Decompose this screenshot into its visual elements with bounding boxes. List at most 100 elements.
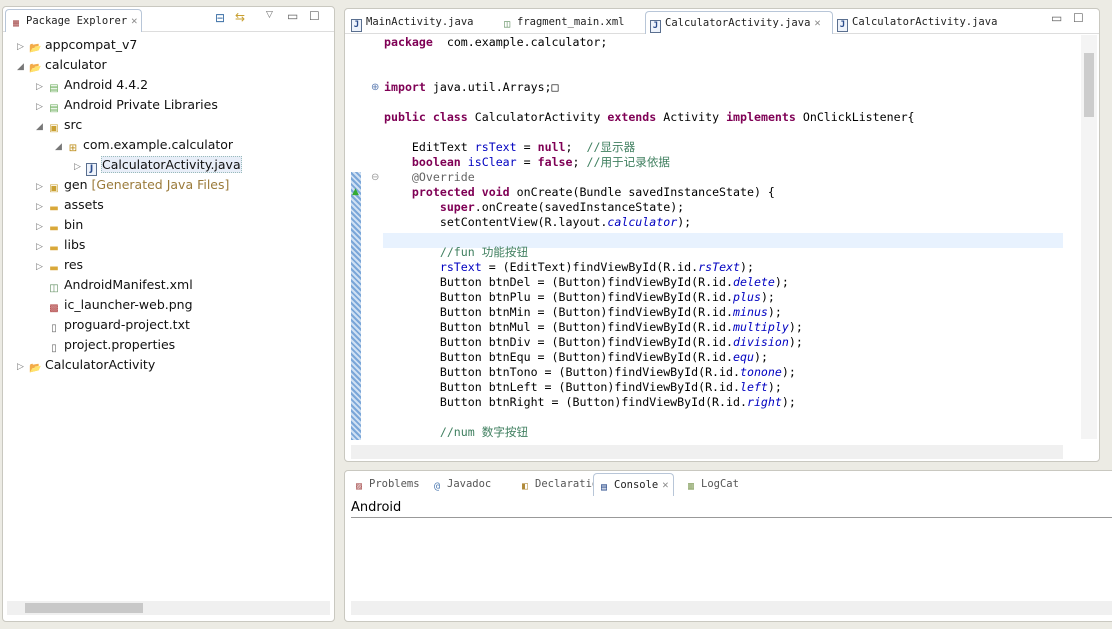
bottom-tab-console[interactable]: ▤ Console ✕ — [593, 473, 674, 496]
project-tree: ▷ 📂 appcompat_v7 ◢ 📂 calculator ▷ ▤ Android 4.4.… — [3, 35, 334, 375]
tree-item-label: CalculatorActivity.java — [101, 156, 242, 173]
code-token: CalculatorActivity — [467, 110, 608, 124]
bottom-tab-logcat[interactable]: ▥ LogCat — [681, 473, 743, 495]
tab-label: CalculatorActivity.java — [852, 16, 998, 28]
collapse-all-icon[interactable]: ⊟ — [215, 11, 225, 25]
tree-item[interactable]: ▩ ic_launcher-web.png — [3, 295, 334, 315]
close-icon[interactable]: ✕ — [814, 17, 820, 29]
tree-item-label: proguard-project.txt — [64, 317, 190, 332]
code-token: com.example.calculator; — [432, 35, 608, 49]
maximize-icon[interactable]: ☐ — [309, 9, 320, 23]
code-token: false — [537, 155, 573, 169]
bottom-tab-javadoc[interactable]: @ Javadoc — [427, 473, 495, 495]
package-explorer-tabbar: ▦ Package Explorer ✕ ⊟ ⇆ ▽ ▭ ☐ — [3, 7, 334, 32]
minimize-icon[interactable]: ▭ — [1051, 11, 1062, 25]
code-token: ); — [767, 380, 782, 394]
tab-label: Package Explorer — [26, 15, 128, 27]
expand-toggle-icon[interactable]: ▷ — [36, 97, 48, 117]
tree-item[interactable]: ▷ ▬ assets — [3, 195, 334, 215]
expand-toggle-icon[interactable]: ◢ — [55, 137, 67, 157]
minimize-icon[interactable]: ▭ — [287, 9, 298, 23]
tree-item-label: bin — [64, 217, 84, 232]
tree-item-decoration: [Generated Java Files] — [87, 177, 230, 192]
expand-toggle-icon[interactable]: ▷ — [36, 237, 48, 257]
code-line: Button btnDel = (Button)findViewById(R.i… — [384, 275, 789, 290]
tree-item[interactable]: ▯ proguard-project.txt — [3, 315, 334, 335]
link-with-editor-icon[interactable]: ⇆ — [235, 10, 245, 24]
code-token: ); — [788, 320, 803, 334]
close-icon[interactable]: ✕ — [131, 15, 137, 27]
code-token: Button btnTono = (Button)findViewById(R.… — [384, 365, 740, 379]
code-line: Button btnEqu = (Button)findViewById(R.i… — [384, 350, 768, 365]
tree-item[interactable]: ▷ J CalculatorActivity.java — [3, 155, 334, 177]
expand-toggle-icon[interactable]: ▷ — [17, 357, 29, 377]
code-token: ); — [788, 335, 803, 349]
bottom-tabbar: ▨ Problems @ Javadoc ◧ Declaration ▤ Console ✕ ▥ L… — [345, 471, 1112, 496]
tree-item[interactable]: ▷ 📂 appcompat_v7 — [3, 35, 334, 55]
folder-icon: ▬ — [49, 243, 59, 254]
folder-icon: ▬ — [49, 223, 59, 234]
tree-item[interactable]: ◢ 📂 calculator — [3, 55, 334, 75]
package-icon: ⊞ — [68, 143, 78, 154]
code-token: public class — [384, 110, 468, 124]
horizontal-scrollbar[interactable] — [7, 601, 330, 615]
expand-toggle-icon[interactable]: ◢ — [36, 117, 48, 137]
expand-toggle-icon[interactable]: ▷ — [36, 177, 48, 197]
code-token: ); — [767, 305, 782, 319]
code-line: Button btnMul = (Button)findViewById(R.i… — [384, 320, 803, 335]
code-line: rsText = (EditText)findViewById(R.id.rsT… — [384, 260, 754, 275]
tree-item[interactable]: ◢ ▣ src — [3, 115, 334, 135]
package-explorer-view: ▦ Package Explorer ✕ ⊟ ⇆ ▽ ▭ ☐ ▷ 📂 appcompat… — [2, 6, 335, 622]
tree-item[interactable]: ▷ 📂 CalculatorActivity — [3, 355, 334, 375]
tree-item-label: project.properties — [64, 337, 176, 352]
close-icon[interactable]: ✕ — [662, 479, 668, 491]
editor-tab[interactable]: J MainActivity.java — [347, 11, 495, 33]
horizontal-scrollbar[interactable] — [351, 601, 1112, 615]
logcat-icon: ▥ — [687, 481, 695, 492]
source-folder-icon: ▣ — [49, 123, 59, 134]
code-token: plus — [733, 290, 761, 304]
tree-item[interactable]: ▷ ▤ Android 4.4.2 — [3, 75, 334, 95]
expand-toggle-icon[interactable]: ▷ — [74, 157, 86, 177]
code-line: Button btnMin = (Button)findViewById(R.i… — [384, 305, 782, 320]
expand-toggle-icon[interactable]: ▷ — [36, 257, 48, 277]
tree-item[interactable]: ▷ ▬ libs — [3, 235, 334, 255]
view-menu-icon[interactable]: ▽ — [266, 10, 273, 20]
expand-toggle-icon[interactable]: ▷ — [36, 77, 48, 97]
code-token: Button btnDel = (Button)findViewById(R.i… — [384, 275, 734, 289]
code-token: import — [384, 80, 426, 94]
tree-item[interactable]: ▷ ▬ res — [3, 255, 334, 275]
editor-tab[interactable]: J CalculatorActivity.java ✕ — [645, 11, 833, 34]
code-line: Button btnLeft = (Button)findViewById(R.… — [384, 380, 782, 395]
tree-item[interactable]: ◢ ⊞ com.example.calculator — [3, 135, 334, 155]
tree-item[interactable]: ▯ project.properties — [3, 335, 334, 355]
expand-toggle-icon[interactable]: ▷ — [36, 197, 48, 217]
code-token: Button btnMin = (Button)findViewById(R.i… — [384, 305, 734, 319]
code-editor[interactable]: package com.example.calculator; import ja… — [351, 34, 1063, 440]
maximize-icon[interactable]: ☐ — [1073, 11, 1084, 25]
tree-item-label: gen — [64, 177, 88, 192]
editor-tab[interactable]: ◫ fragment_main.xml — [497, 11, 643, 33]
code-token: = (EditText)findViewById(R.id. — [481, 260, 699, 274]
expand-toggle-icon[interactable]: ▷ — [36, 217, 48, 237]
tree-item[interactable]: ▷ ▬ bin — [3, 215, 334, 235]
expand-toggle-icon[interactable]: ◢ — [17, 57, 29, 77]
project-icon: 📂 — [29, 363, 42, 374]
code-line: import java.util.Arrays;□ — [384, 80, 559, 95]
horizontal-scrollbar[interactable] — [351, 445, 1063, 459]
text-file-icon: ▯ — [51, 323, 57, 334]
tab-label: Javadoc — [447, 478, 492, 490]
bottom-tab-problems[interactable]: ▨ Problems — [349, 473, 424, 495]
tree-item[interactable]: ▷ ▣ gen [Generated Java Files] — [3, 175, 334, 195]
problems-icon: ▨ — [355, 481, 363, 492]
tree-item-label: AndroidManifest.xml — [64, 277, 193, 292]
vertical-scrollbar[interactable] — [1081, 35, 1097, 439]
tab-package-explorer[interactable]: ▦ Package Explorer ✕ — [5, 9, 143, 32]
editor-tab[interactable]: J CalculatorActivity.java — [833, 11, 1006, 33]
expand-toggle-icon[interactable]: ▷ — [17, 37, 29, 57]
tree-item[interactable]: ◫ AndroidManifest.xml — [3, 275, 334, 295]
tab-label: LogCat — [701, 478, 739, 490]
code-token: implements — [726, 110, 796, 124]
console-panel: ▨ Problems @ Javadoc ◧ Declaration ▤ Console ✕ ▥ L… — [344, 470, 1112, 622]
tree-item[interactable]: ▷ ▤ Android Private Libraries — [3, 95, 334, 115]
